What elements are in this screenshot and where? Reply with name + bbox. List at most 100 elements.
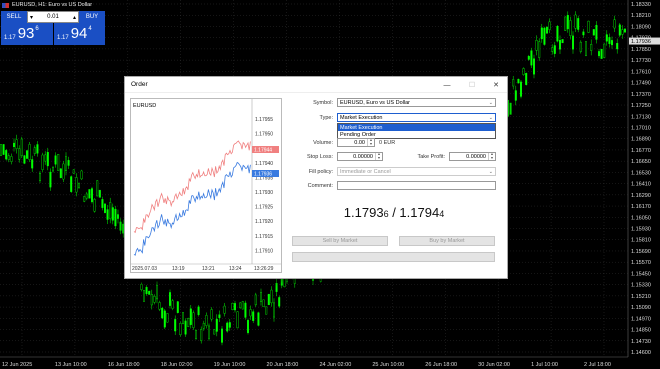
candle [249,305,252,320]
sell-by-market-button[interactable]: Sell by Market [292,236,388,246]
candle [210,307,213,322]
candle [31,155,34,172]
candle [158,300,161,312]
price-tick-label: 1.17730 [631,58,651,64]
candle [62,160,65,183]
ask-price-label: 1.17944 [254,148,272,154]
tick-chart-y-label: 1.17915 [255,234,273,240]
candle [600,48,603,59]
candle [530,47,533,69]
candle [509,102,512,115]
chart-title: EURUSD, H1: Euro vs US Dollar [0,0,92,10]
buy-by-market-button[interactable]: Buy by Market [399,236,495,246]
price-tick-label: 1.16290 [631,193,651,199]
candle [257,311,260,327]
chart-symbol-title: EURUSD, H1: Euro vs US Dollar [12,2,93,8]
candle [538,38,541,61]
tick-chart-y-label: 1.17930 [255,190,273,196]
spin-arrows-icon[interactable]: ▲ ▼ [367,138,374,146]
stop-loss-stepper[interactable]: 0.00000 ▲ ▼ [337,152,383,161]
tick-chart-y-label: 1.17940 [255,161,273,167]
time-tick-label: 1 Jul 10:00 [531,362,558,368]
take-profit-stepper[interactable]: 0.00000 ▲ ▼ [449,152,496,161]
close-icon[interactable]: ✕ [490,79,502,91]
candle [109,197,112,224]
dialog-title: Order [131,81,148,88]
one-click-sell-button[interactable]: SELL [1,11,27,23]
volume-stepper[interactable]: 0.00 ▲ ▼ [337,138,375,147]
price-tick-label: 1.16650 [631,159,651,165]
candle [246,318,249,335]
candle [189,305,192,329]
stop-loss-value: 0.00000 [353,153,373,160]
candle [566,11,569,33]
candle [252,309,255,323]
candle [64,152,67,176]
spin-arrows-icon[interactable]: ▲ ▼ [488,152,495,160]
type-option-pending-order[interactable]: Pending Order [338,131,495,138]
one-click-buy-price[interactable]: 1.17 94 4 [54,23,105,45]
candle [564,16,567,32]
candle [244,300,247,320]
fill-policy-label: Fill policy: [308,169,333,175]
type-select[interactable]: Market Execution ⌄ [337,113,496,122]
price-tick-label: 1.15210 [631,294,651,300]
price-tick-label: 1.15330 [631,283,651,289]
candle [150,289,153,310]
type-option-market-execution[interactable]: Market Execution [338,124,495,131]
candle [592,29,595,36]
candle [15,134,18,154]
one-click-sell-price[interactable]: 1.17 93 6 [1,23,53,45]
candle [72,169,75,174]
candle [260,288,263,306]
candle [114,205,117,230]
comment-field[interactable] [337,181,496,190]
candle [598,48,601,59]
candle [278,295,281,309]
price-tick-label: 1.17370 [631,92,651,98]
one-click-volume-field[interactable]: ▾ 0.01 ▴ [27,11,79,23]
price-tick-label: 1.18330 [631,2,651,8]
time-tick-label: 16 Jun 18:00 [108,362,140,368]
volume-decrease-icon[interactable]: ▾ [30,14,33,21]
maximize-icon[interactable]: ☐ [466,79,478,91]
candle [553,41,556,58]
price-tick-label: 1.16410 [631,182,651,188]
one-click-buy-button[interactable]: BUY [79,11,105,23]
candle [163,308,166,330]
order-action-button[interactable] [292,252,495,262]
candle [67,156,70,170]
candle [116,209,119,224]
candle [184,318,187,337]
candle [7,153,10,163]
stop-loss-label: Stop Loss: [307,154,333,160]
candle [142,289,145,302]
minimize-icon[interactable]: — [441,79,453,91]
candle [176,300,179,314]
price-tick-label: 1.15450 [631,271,651,277]
candle [624,28,627,33]
symbol-select[interactable]: EURUSD, Euro vs US Dollar ⌄ [337,98,496,107]
candle [517,78,520,84]
price-tick-label: 1.15090 [631,305,651,311]
candle [535,35,538,56]
candle [574,11,577,33]
tick-chart: EURUSD 1.179551.179501.179451.179401.179… [130,98,282,273]
price-tick-label: 1.17610 [631,69,651,75]
candle [2,144,5,155]
price-tick-label: 1.18210 [631,13,651,19]
spin-arrows-icon[interactable]: ▲ ▼ [375,152,382,160]
price-tick-label: 1.17850 [631,47,651,53]
candle [267,293,270,306]
candle [533,54,536,79]
candle [194,329,197,340]
price-tick-label: 1.17250 [631,103,651,109]
price-tick-label: 1.16890 [631,137,651,143]
volume-increase-icon[interactable]: ▴ [73,14,76,21]
candle [166,312,169,323]
price-tick-label: 1.16770 [631,148,651,154]
candle [0,144,2,157]
fill-policy-select[interactable]: Immediate or Cancel ⌄ [337,167,496,176]
candle [254,292,257,307]
candle [75,173,78,197]
